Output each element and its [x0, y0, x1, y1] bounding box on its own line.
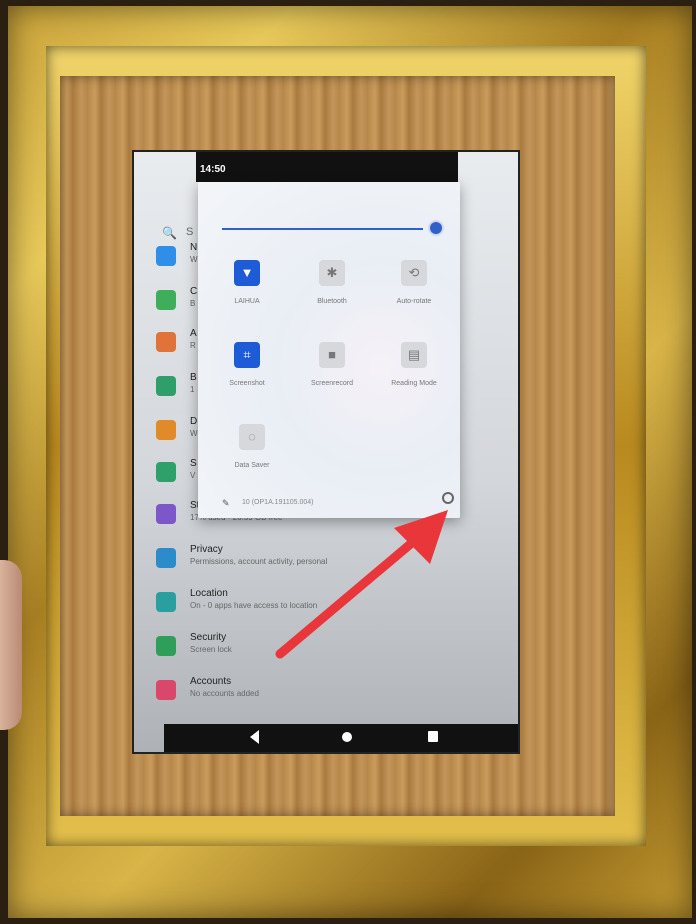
settings-item-subtitle: W	[190, 255, 198, 264]
settings-item-subtitle: V	[190, 471, 196, 480]
devices-icon	[156, 290, 176, 310]
quick-tile-label: Screenrecord	[310, 380, 354, 387]
status-bar: 14:50	[196, 152, 458, 182]
settings-item-title: Privacy	[190, 544, 223, 555]
settings-item-title: S	[190, 458, 197, 469]
settings-item-subtitle: B	[190, 299, 196, 308]
battery-icon	[156, 376, 176, 396]
quick-tile[interactable]: ⟲ Auto-rotate	[374, 260, 454, 305]
settings-item-subtitle: 1	[190, 385, 195, 394]
quick-tile[interactable]: ✱ Bluetooth	[292, 260, 372, 305]
settings-item[interactable]: Accounts No accounts added	[156, 674, 496, 708]
lock-icon	[156, 636, 176, 656]
quick-tile-label: LAIHUA	[234, 298, 260, 305]
settings-item-title: Security	[190, 632, 227, 643]
data-saver-icon: ◌	[239, 424, 265, 450]
quick-tile[interactable]: ▤ Reading Mode	[374, 342, 454, 387]
apps-icon	[156, 332, 176, 352]
quick-tile[interactable]: ▼ LAIHUA	[207, 260, 287, 305]
quick-tile-label: Screenshot	[229, 380, 265, 387]
search-hint[interactable]: S	[186, 226, 193, 238]
settings-item-subtitle: R	[190, 341, 196, 350]
home-icon[interactable]	[342, 732, 352, 742]
settings-item-title: Location	[190, 588, 228, 599]
display-icon	[156, 420, 176, 440]
wifi-icon: ▼	[234, 260, 260, 286]
brightness-thumb-icon[interactable]	[430, 222, 442, 234]
settings-item-title: D	[190, 416, 198, 427]
accounts-icon	[156, 680, 176, 700]
settings-item-title: N	[190, 242, 198, 253]
settings-item-subtitle: Screen lock	[190, 645, 232, 654]
quick-settings-panel: ▼ LAIHUA ✱ Bluetooth ⟲ Auto-rotate ⌗ Screenshot…	[198, 182, 460, 518]
settings-item-title: B	[190, 372, 197, 383]
auto-rotate-icon: ⟲	[401, 260, 427, 286]
brightness-slider[interactable]	[222, 228, 423, 230]
quick-tile[interactable]: ◌ Data Saver	[212, 424, 292, 469]
back-icon[interactable]	[250, 730, 259, 744]
search-icon[interactable]: 🔍	[162, 226, 177, 240]
quick-tile-label: Reading Mode	[391, 380, 437, 387]
settings-item-subtitle: W	[190, 429, 198, 438]
screenrecord-icon: ■	[319, 342, 345, 368]
quick-tile-label: Bluetooth	[317, 298, 347, 305]
status-time: 14:50	[200, 164, 226, 175]
navigation-bar	[164, 724, 518, 752]
settings-item-title: C	[190, 286, 198, 297]
reading-mode-icon: ▤	[401, 342, 427, 368]
edit-icon[interactable]: ✎	[222, 498, 230, 509]
wifi-icon	[156, 246, 176, 266]
red-arrow	[275, 510, 448, 659]
sound-icon	[156, 462, 176, 482]
quick-tile-label: Auto-rotate	[396, 298, 432, 305]
quick-tile[interactable]: ⌗ Screenshot	[207, 342, 287, 387]
hand	[0, 560, 22, 730]
storage-icon	[156, 504, 176, 524]
screenshot-icon: ⌗	[234, 342, 260, 368]
bluetooth-icon: ✱	[319, 260, 345, 286]
location-icon	[156, 592, 176, 612]
quick-tile[interactable]: ■ Screenrecord	[292, 342, 372, 387]
recents-icon[interactable]	[428, 731, 438, 742]
quick-tile-label: Data Saver	[234, 462, 270, 469]
privacy-icon	[156, 548, 176, 568]
settings-item-subtitle: No accounts added	[190, 689, 259, 698]
settings-item-title: A	[190, 328, 197, 339]
settings-item-title: Accounts	[190, 676, 232, 687]
